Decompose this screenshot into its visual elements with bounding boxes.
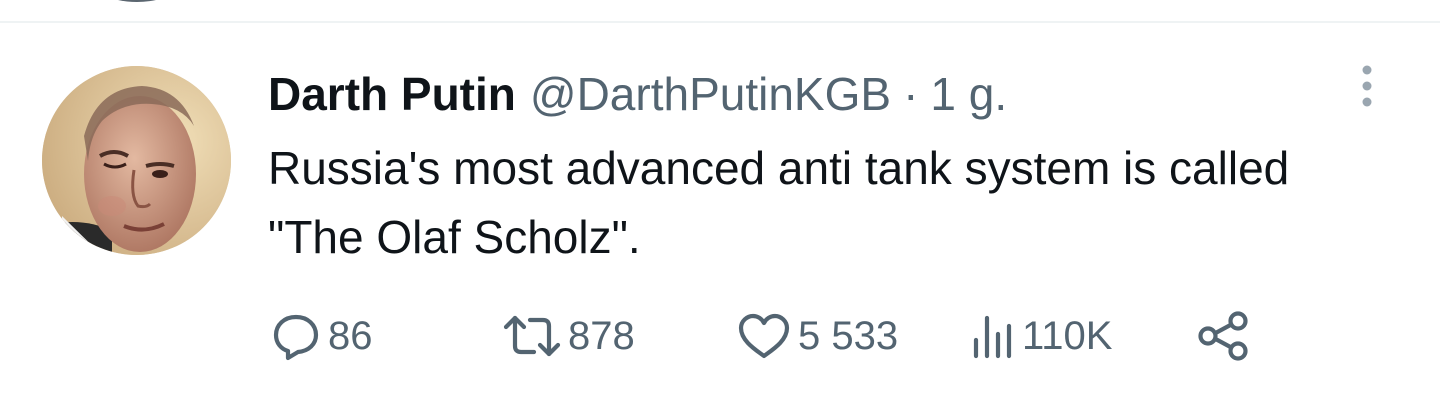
reply-button[interactable]: 86 bbox=[270, 308, 502, 364]
reply-icon bbox=[273, 314, 319, 361]
header-separator: · bbox=[903, 68, 919, 120]
retweet-button[interactable]: 878 bbox=[502, 308, 736, 364]
divider bbox=[0, 21, 1440, 23]
views-button[interactable]: 110K bbox=[968, 308, 1196, 364]
more-vertical-icon bbox=[1362, 65, 1372, 107]
more-options-button[interactable] bbox=[1352, 62, 1382, 112]
views-icon bbox=[973, 315, 1012, 359]
retweet-icon bbox=[503, 315, 561, 357]
user-handle[interactable]: @DarthPutinKGB bbox=[530, 66, 891, 122]
like-count: 5 533 bbox=[798, 314, 899, 358]
tweet-timestamp[interactable]: 1 g. bbox=[930, 66, 1007, 122]
share-button[interactable] bbox=[1196, 308, 1252, 364]
reply-count: 86 bbox=[328, 314, 373, 358]
views-count: 110K bbox=[1022, 314, 1113, 358]
tweet-actions: 86 878 5 533 110K bbox=[270, 308, 1252, 364]
previous-tweet-avatar-edge bbox=[104, 0, 170, 2]
share-icon bbox=[1198, 311, 1248, 361]
like-button[interactable]: 5 533 bbox=[736, 308, 968, 364]
heart-icon bbox=[738, 313, 790, 359]
display-name[interactable]: Darth Putin bbox=[268, 66, 516, 122]
tweet-text: Russia's most advanced anti tank system … bbox=[268, 142, 1290, 263]
retweet-count: 878 bbox=[568, 314, 635, 358]
avatar[interactable] bbox=[42, 66, 231, 255]
tweet-header: Darth Putin @DarthPutinKGB · 1 g. bbox=[268, 66, 1007, 122]
